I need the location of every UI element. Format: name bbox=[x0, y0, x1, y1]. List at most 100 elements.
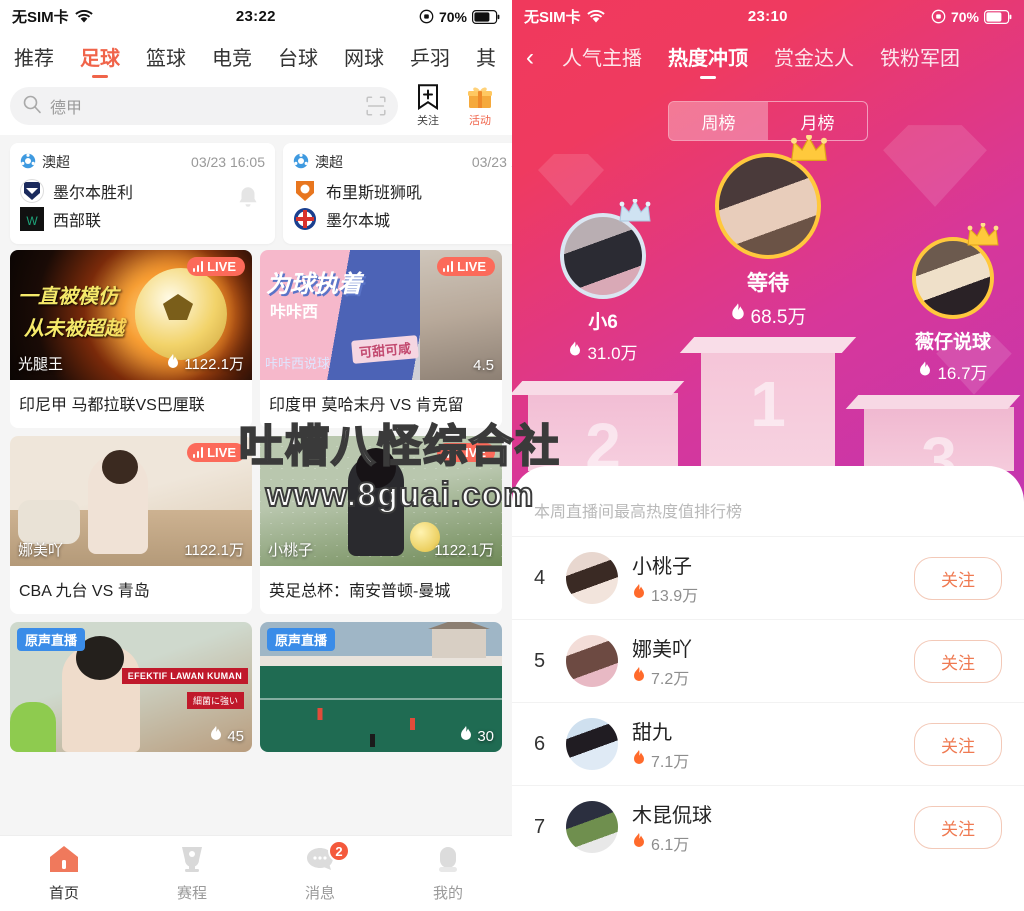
thumb-overlay-text: 可甜可咸 bbox=[351, 335, 419, 364]
fire-icon bbox=[166, 353, 180, 374]
podium-entry-2[interactable]: 小6 31.0万 bbox=[560, 198, 651, 364]
football-league-icon bbox=[293, 153, 309, 172]
avatar[interactable] bbox=[560, 198, 651, 299]
video-thumbnail: 原声直播 30 bbox=[260, 622, 502, 752]
podium-entry-1[interactable]: 等待 68.5万 bbox=[715, 133, 827, 329]
video-card[interactable]: 一直被模仿 从未被超越 LIVE 光腿王 1122.1万 印尼甲 马都拉联VS巴… bbox=[10, 250, 252, 428]
thumb-overlay-text: EFEKTIF LAWAN KUMAN bbox=[121, 668, 248, 684]
video-thumbnail: LIVE 娜美吖 1122.1万 bbox=[10, 436, 252, 566]
rank-hot-label: 7.1万 bbox=[651, 754, 690, 771]
avatar[interactable] bbox=[566, 718, 618, 770]
video-thumbnail: EFEKTIF LAWAN KUMAN 細菌に強い 原声直播 45 bbox=[10, 622, 252, 752]
tab-basketball[interactable]: 篮球 bbox=[146, 42, 186, 75]
video-grid: 一直被模仿 从未被超越 LIVE 光腿王 1122.1万 印尼甲 马都拉联VS巴… bbox=[0, 250, 512, 752]
tab-label: 足球 bbox=[80, 47, 120, 70]
fire-icon bbox=[209, 726, 223, 746]
team-logo-icon bbox=[293, 179, 317, 203]
video-thumbnail: 一直被模仿 从未被超越 LIVE 光腿王 1122.1万 bbox=[10, 250, 252, 380]
message-icon bbox=[304, 848, 336, 878]
video-card[interactable]: LIVE 娜美吖 1122.1万 CBA 九台 VS 青岛 bbox=[10, 436, 252, 614]
nav-item-schedule[interactable]: 赛程 bbox=[128, 844, 256, 903]
rank-name: 木昆侃球 bbox=[632, 805, 712, 827]
rank-info: 木昆侃球 6.1万 bbox=[632, 799, 914, 855]
hot-count: 30 bbox=[459, 726, 494, 746]
avatar[interactable] bbox=[566, 635, 618, 687]
follow-button[interactable]: 关注 bbox=[914, 639, 1002, 683]
live-badge-label: LIVE bbox=[207, 445, 236, 460]
thumb-overlay-text: 一直被模仿 bbox=[18, 286, 118, 308]
avatar[interactable] bbox=[566, 801, 618, 853]
tab-esports[interactable]: 电竞 bbox=[212, 42, 252, 75]
status-bar-time: 23:22 bbox=[235, 8, 276, 25]
segment-weekly[interactable]: 周榜 bbox=[669, 102, 768, 140]
podium-hot-label: 68.5万 bbox=[750, 307, 807, 328]
tab-table-tennis[interactable]: 乒羽 bbox=[410, 42, 450, 75]
follow-button[interactable]: 关注 bbox=[914, 722, 1002, 766]
follow-button[interactable]: 关注 bbox=[914, 805, 1002, 849]
nav-item-home[interactable]: 首页 bbox=[0, 844, 128, 903]
bell-icon[interactable] bbox=[237, 185, 259, 214]
avatar[interactable] bbox=[912, 222, 999, 319]
thumb-scene-graphic bbox=[428, 622, 490, 658]
signal-bars-icon bbox=[442, 261, 454, 272]
back-chevron-icon[interactable]: ‹ bbox=[526, 46, 534, 70]
tab-fan-legion[interactable]: 铁粉军团 bbox=[880, 42, 960, 75]
list-item[interactable]: 5 娜美吖 7.2万 关注 bbox=[512, 619, 1024, 702]
thumb-person-graphic bbox=[356, 448, 396, 488]
hot-count-label: 4.5 bbox=[473, 357, 494, 374]
podium-entry-3[interactable]: 薇仔说球 16.7万 bbox=[912, 222, 999, 384]
video-card[interactable]: 为球执着 咔咔西 可甜可咸 咔咔西说球 LIVE 4.5 印度甲 莫哈末丹 VS… bbox=[260, 250, 502, 428]
message-badge: 2 bbox=[328, 840, 350, 862]
tab-heat-rush[interactable]: 热度冲顶 bbox=[668, 42, 748, 75]
tab-label: 网球 bbox=[344, 47, 384, 70]
ranking-nav-tabs: ‹ 人气主播 热度冲顶 赏金达人 铁粉军团 bbox=[512, 33, 1024, 83]
rank-info: 甜九 7.1万 bbox=[632, 716, 914, 772]
follow-action-button[interactable]: 关注 bbox=[406, 84, 450, 128]
match-card[interactable]: 澳超 03/23 16:3 布里斯班狮吼 墨尔本城 bbox=[283, 143, 512, 244]
team-name: 墨尔本城 bbox=[326, 213, 391, 230]
tab-label: 赏金达人 bbox=[774, 47, 854, 70]
rank-number: 4 bbox=[534, 566, 546, 589]
tab-football[interactable]: 足球 bbox=[80, 42, 120, 75]
list-item[interactable]: 4 小桃子 13.9万 关注 bbox=[512, 536, 1024, 619]
list-item[interactable]: 6 甜九 7.1万 关注 bbox=[512, 702, 1024, 785]
podium-hot: 68.5万 bbox=[715, 302, 821, 329]
tab-other[interactable]: 其 bbox=[476, 42, 496, 75]
rank-info: 娜美吖 7.2万 bbox=[632, 633, 914, 689]
left-phone-screen: 无SIM卡 23:22 70% 推荐 足球 篮球 电竞 台球 网球 乒羽 其 德… bbox=[0, 0, 512, 911]
tab-label: 铁粉军团 bbox=[880, 47, 960, 70]
tab-popular-anchors[interactable]: 人气主播 bbox=[562, 42, 642, 75]
scan-icon[interactable] bbox=[366, 96, 386, 116]
tab-billiards[interactable]: 台球 bbox=[278, 42, 318, 75]
match-card[interactable]: 澳超 03/23 16:05 墨尔本胜利 W 西部联 bbox=[10, 143, 275, 244]
battery-icon bbox=[472, 9, 500, 24]
team-logo-icon bbox=[293, 207, 317, 231]
thumb-player-graphic bbox=[370, 734, 375, 747]
tab-recommend[interactable]: 推荐 bbox=[14, 42, 54, 75]
follow-button[interactable]: 关注 bbox=[914, 556, 1002, 600]
search-input[interactable]: 德甲 bbox=[10, 87, 398, 125]
nav-item-messages[interactable]: 2 消息 bbox=[256, 840, 384, 903]
live-badge: LIVE bbox=[186, 443, 245, 462]
thumb-scene-graphic bbox=[10, 702, 56, 752]
list-item[interactable]: 7 木昆侃球 6.1万 关注 bbox=[512, 785, 1024, 868]
video-card[interactable]: LIVE 小桃子 1122.1万 英足总杯：南安普顿-曼城 bbox=[260, 436, 502, 614]
rank-hot-label: 7.2万 bbox=[651, 671, 690, 688]
ranking-list-sheet: 本周直播间最高热度值排行榜 4 小桃子 13.9万 关注 5 娜美吖 7.2万 … bbox=[512, 466, 1024, 911]
tab-bounty-masters[interactable]: 赏金达人 bbox=[774, 42, 854, 75]
video-title: 印度甲 莫哈末丹 VS 肯克留 bbox=[269, 397, 464, 414]
nav-item-profile[interactable]: 我的 bbox=[384, 844, 512, 903]
activity-action-button[interactable]: 活动 bbox=[458, 84, 502, 128]
avatar[interactable] bbox=[566, 552, 618, 604]
rotation-lock-icon bbox=[931, 9, 946, 24]
category-tab-bar[interactable]: 推荐 足球 篮球 电竞 台球 网球 乒羽 其 bbox=[0, 33, 512, 83]
tab-tennis[interactable]: 网球 bbox=[344, 42, 384, 75]
rank-hot-label: 13.9万 bbox=[651, 588, 699, 605]
period-segmented-control[interactable]: 周榜 月榜 bbox=[668, 101, 868, 141]
video-card[interactable]: EFEKTIF LAWAN KUMAN 細菌に強い 原声直播 45 bbox=[10, 622, 252, 752]
video-card[interactable]: 原声直播 30 bbox=[260, 622, 502, 752]
podium-block-3: 3 bbox=[864, 407, 1014, 496]
podium-block-2: 2 bbox=[528, 393, 678, 482]
avatar[interactable] bbox=[715, 133, 827, 259]
fire-icon bbox=[918, 361, 932, 383]
